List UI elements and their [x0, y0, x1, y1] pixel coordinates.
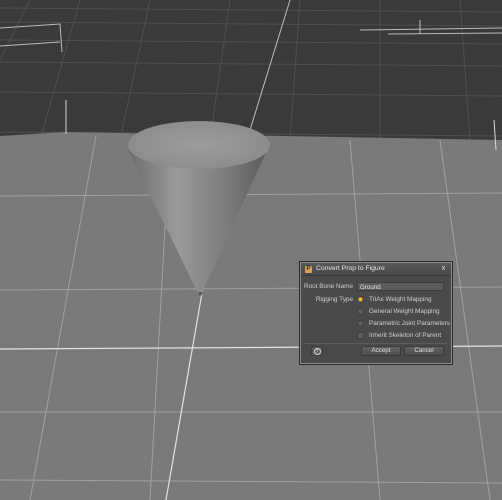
radio-selected-icon[interactable] — [357, 296, 364, 303]
convert-prop-dialog: P Convert Prop to Figure x Root Bone Nam… — [300, 262, 452, 364]
root-bone-label: Root Bone Name — [304, 283, 354, 290]
cancel-button[interactable]: Cancel — [404, 346, 444, 356]
option-label: TriAx Weight Mapping — [369, 296, 432, 303]
checkbox-label: Inherit Skeleton of Parent — [369, 332, 442, 339]
footer-divider — [304, 343, 448, 344]
app-icon-glyph: P — [306, 265, 311, 272]
accept-button[interactable]: Accept — [361, 346, 401, 356]
root-bone-name-input[interactable]: Ground — [357, 282, 444, 291]
dialog-title: Convert Prop to Figure — [316, 265, 385, 272]
close-icon[interactable]: x — [439, 264, 448, 273]
dialog-titlebar[interactable]: P Convert Prop to Figure x — [301, 263, 451, 276]
radio-icon[interactable] — [357, 308, 364, 315]
option-label: General Weight Mapping — [369, 308, 440, 315]
rigging-type-label: Rigging Type — [315, 296, 353, 303]
help-button[interactable]: ? — [311, 346, 323, 356]
option-label: Parametric Joint Parameters — [369, 320, 450, 327]
3d-viewport[interactable] — [0, 0, 502, 500]
checkbox-icon[interactable] — [357, 332, 364, 339]
help-icon: ? — [313, 347, 321, 355]
cone-cap — [128, 121, 270, 169]
radio-icon[interactable] — [357, 320, 364, 327]
app-icon: P — [305, 265, 312, 273]
